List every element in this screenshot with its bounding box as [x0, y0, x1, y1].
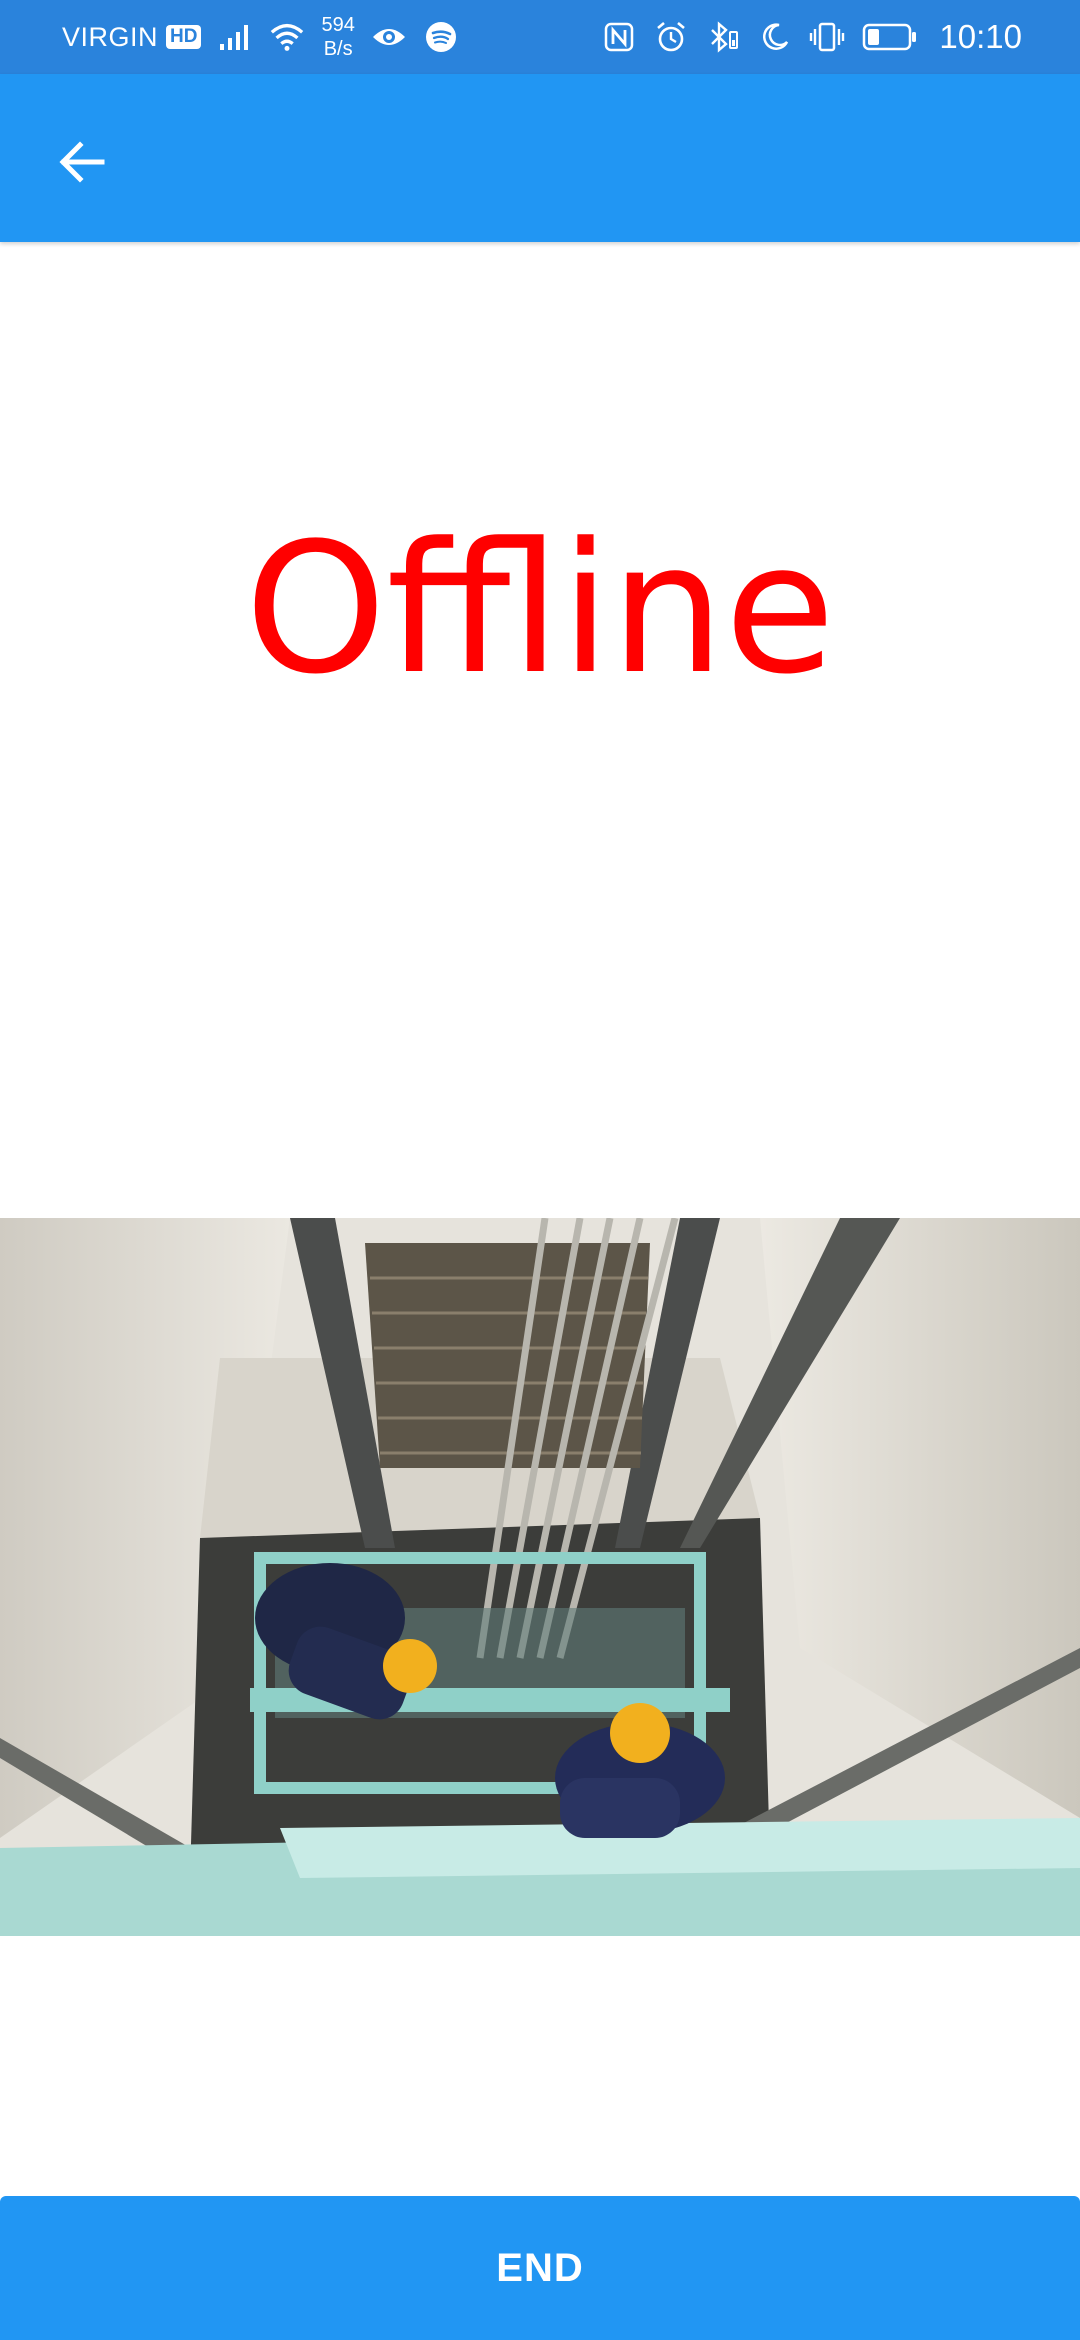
elevator-shaft-photo	[0, 1218, 1080, 1936]
status-bar-left: VIRGIN HD 594 B/s	[62, 13, 459, 61]
eye-icon	[371, 19, 407, 55]
offline-status-text: Offline	[244, 505, 836, 714]
moon-icon	[757, 19, 793, 55]
spotify-icon	[423, 19, 459, 55]
back-button[interactable]	[40, 120, 124, 204]
network-speed: 594 B/s	[321, 13, 354, 61]
alarm-icon	[653, 19, 689, 55]
signal-icon	[217, 19, 253, 55]
arrow-back-icon	[59, 141, 105, 183]
battery-icon	[861, 19, 919, 55]
app-bar	[0, 74, 1080, 242]
end-button[interactable]: END	[0, 2196, 1080, 2340]
vibrate-icon	[809, 19, 845, 55]
nfc-icon	[601, 19, 637, 55]
bluetooth-icon	[705, 19, 741, 55]
clock-time: 10:10	[939, 18, 1022, 55]
status-bar-right: 10:10	[601, 18, 1022, 56]
network-speed-unit: B/s	[323, 38, 353, 60]
hd-badge: HD	[166, 25, 202, 49]
network-speed-value: 594	[321, 14, 355, 36]
carrier-name: VIRGIN	[62, 21, 159, 52]
wifi-icon	[269, 19, 305, 55]
status-bar: VIRGIN HD 594 B/s 10:10	[0, 0, 1080, 74]
